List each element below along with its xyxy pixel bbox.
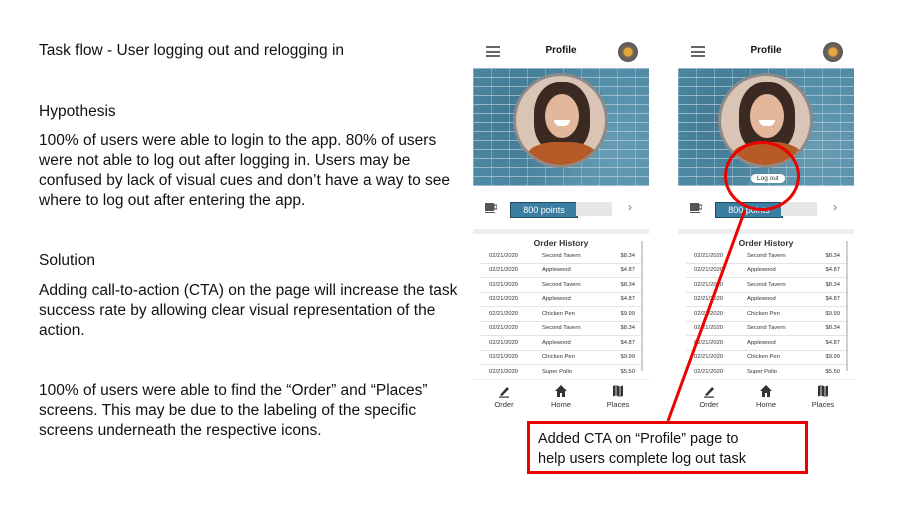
- table-row[interactable]: 02/21/2020 Applewood $4.87: [686, 336, 846, 351]
- solution-heading: Solution: [39, 252, 96, 269]
- table-row[interactable]: 02/21/2020 Second Tavern $8.34: [686, 249, 846, 264]
- tab-home[interactable]: Home: [536, 384, 586, 409]
- scrollbar[interactable]: [846, 241, 848, 371]
- order-history-list: 02/21/2020 Second Tavern $8.34 02/21/2020 A…: [481, 249, 641, 380]
- chevron-right-icon[interactable]: ›: [833, 200, 837, 214]
- order-history-title: Order History: [533, 238, 589, 248]
- findings-text: 100% of users were able to find the “Ord…: [39, 382, 428, 439]
- callout-box: Added CTA on “Profile” page to help user…: [527, 421, 808, 474]
- tab-order[interactable]: Order: [684, 384, 734, 409]
- table-row[interactable]: 02/21/2020 Second Tavern $8.34: [686, 278, 846, 293]
- avatar[interactable]: [823, 42, 843, 62]
- profile-cover: [473, 68, 649, 186]
- profile-photo: [513, 73, 608, 168]
- points-row[interactable]: 800 points ›: [473, 196, 649, 222]
- table-row[interactable]: 02/21/2020 Super Pollo $5.50: [481, 365, 641, 380]
- tab-places[interactable]: Places: [798, 384, 848, 409]
- map-icon: [818, 385, 828, 397]
- table-row[interactable]: 02/21/2020 Applewood $4.87: [686, 293, 846, 307]
- app-header: Profile: [473, 36, 649, 68]
- table-row[interactable]: 02/21/2020 Second Tavern $8.34: [686, 322, 846, 336]
- points-progress-track: [781, 202, 817, 216]
- tab-bar: Order Home Places: [678, 379, 854, 416]
- coffee-cup-icon: [690, 203, 702, 213]
- callout-text-line1: Added CTA on “Profile” page to: [538, 431, 739, 447]
- map-icon: [613, 385, 623, 397]
- tab-order[interactable]: Order: [479, 384, 529, 409]
- solution-text: Adding call-to-action (CTA) on the page …: [39, 282, 458, 339]
- points-badge: 800 points: [510, 202, 578, 218]
- divider: [678, 229, 854, 234]
- table-row[interactable]: 02/21/2020 Chicken Pen $9.99: [481, 351, 641, 365]
- divider: [473, 229, 649, 234]
- hypothesis-text: 100% of users were able to login to the …: [39, 132, 450, 209]
- tab-home[interactable]: Home: [741, 384, 791, 409]
- tab-places[interactable]: Places: [593, 384, 643, 409]
- order-history-list: 02/21/2020 Second Tavern $8.34 02/21/2020 A…: [686, 249, 846, 380]
- coffee-cup-icon: [485, 203, 497, 213]
- table-row[interactable]: 02/21/2020 Super Pollo $5.50: [686, 365, 846, 380]
- table-row[interactable]: 02/21/2020 Applewood $4.87: [481, 336, 641, 351]
- table-row[interactable]: 02/21/2020 Second Tavern $8.34: [481, 322, 641, 336]
- table-row[interactable]: 02/21/2020 Second Tavern $8.34: [481, 249, 641, 264]
- callout-text-line2: help users complete log out task: [538, 451, 746, 467]
- table-row[interactable]: 02/21/2020 Second Tavern $8.34: [481, 278, 641, 293]
- table-row[interactable]: 02/21/2020 Applewood $4.87: [481, 293, 641, 307]
- phone-mockup-after: Profile Log out 800 points › Order Histo…: [678, 36, 854, 416]
- table-row[interactable]: 02/21/2020 Chicken Pen $9.99: [481, 307, 641, 322]
- order-history-title: Order History: [738, 238, 794, 248]
- avatar[interactable]: [618, 42, 638, 62]
- chevron-right-icon[interactable]: ›: [628, 200, 632, 214]
- slide-title: Task flow - User logging out and reloggi…: [39, 42, 345, 59]
- phone-mockup-before: Profile 800 points › Order History 02/21…: [473, 36, 649, 416]
- hypothesis-heading: Hypothesis: [39, 103, 116, 120]
- tab-bar: Order Home Places: [473, 379, 649, 416]
- home-icon: [555, 385, 567, 397]
- points-progress-track: [576, 202, 612, 216]
- pencil-icon: [704, 387, 714, 398]
- table-row[interactable]: 02/21/2020 Applewood $4.87: [481, 264, 641, 278]
- pencil-icon: [499, 387, 509, 398]
- table-row[interactable]: 02/21/2020 Chicken Pen $9.99: [686, 351, 846, 365]
- scrollbar[interactable]: [641, 241, 643, 371]
- table-row[interactable]: 02/21/2020 Chicken Pen $9.99: [686, 307, 846, 322]
- app-header: Profile: [678, 36, 854, 68]
- home-icon: [760, 385, 772, 397]
- cta-highlight-circle: [724, 141, 800, 211]
- table-row[interactable]: 02/21/2020 Applewood $4.87: [686, 264, 846, 278]
